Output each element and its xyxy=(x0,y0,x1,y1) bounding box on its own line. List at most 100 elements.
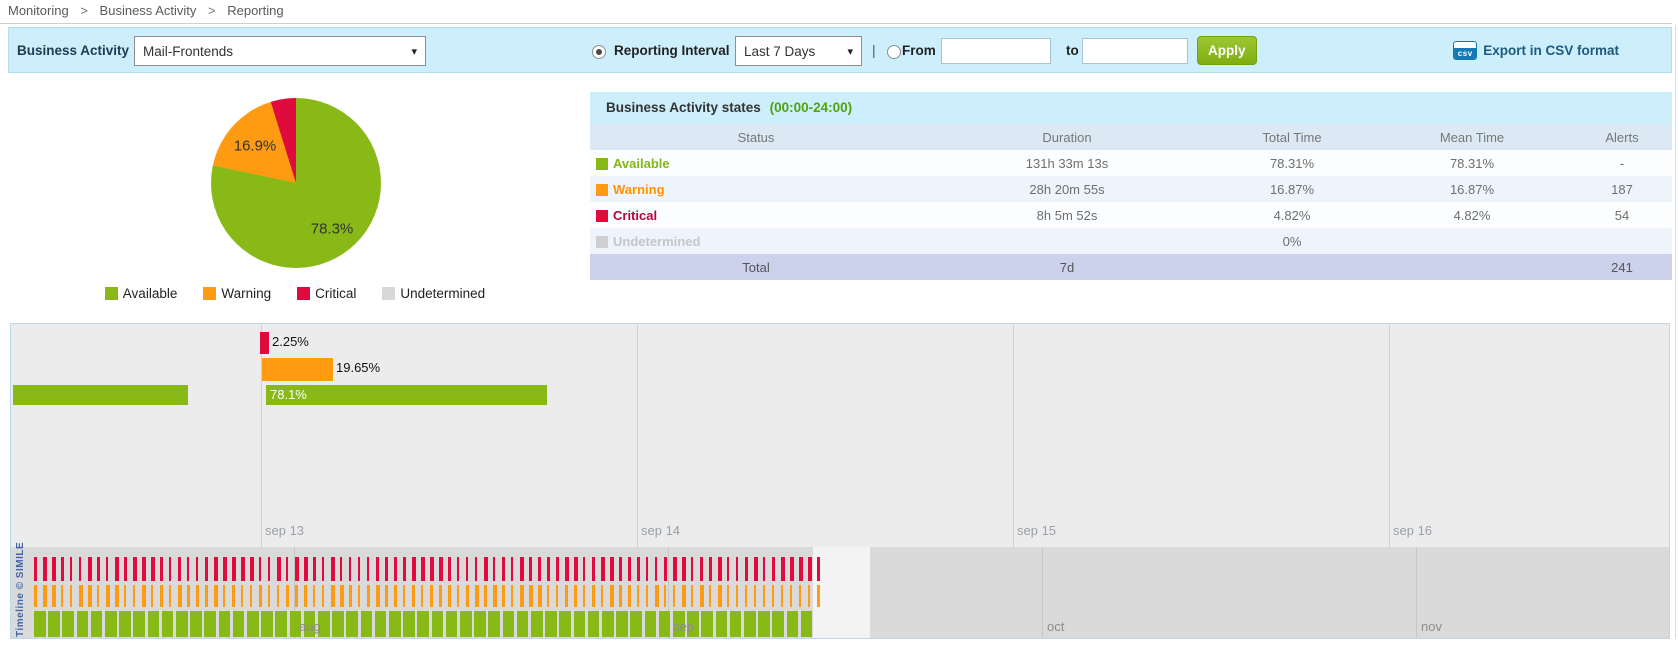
overview-warning-tick xyxy=(241,585,243,607)
overview-critical-tick xyxy=(403,557,406,581)
overview-critical-tick xyxy=(691,557,693,581)
reporting-interval-select[interactable]: Last 7 Days ▾ xyxy=(735,36,862,66)
export-csv-button[interactable]: csv Export in CSV format xyxy=(1453,41,1619,60)
simile-watermark: Timeline © SIMILE xyxy=(15,542,26,637)
overview-available-block xyxy=(630,611,642,637)
overview-warning-tick xyxy=(223,585,225,607)
timeline-bar-available xyxy=(13,385,188,405)
overview-warning-tick xyxy=(754,585,756,607)
overview-critical-tick xyxy=(682,557,686,581)
custom-range-radio[interactable] xyxy=(887,45,901,59)
overview-available-block xyxy=(744,611,756,637)
overview-warning-tick xyxy=(520,585,524,607)
overview-warning-tick xyxy=(385,585,388,607)
status-cell: Undetermined xyxy=(590,234,922,249)
duration-cell: 28h 20m 55s xyxy=(922,182,1212,197)
overview-critical-tick xyxy=(106,557,108,581)
overview-available-block xyxy=(91,611,103,637)
overview-warning-tick xyxy=(304,585,307,607)
overview-warning-tick xyxy=(277,585,279,607)
overview-available-block xyxy=(247,611,259,637)
overview-available-block xyxy=(701,611,713,637)
overview-warning-tick xyxy=(151,585,153,607)
overview-visible-range-highlight[interactable] xyxy=(813,547,870,639)
alerts-cell: - xyxy=(1572,156,1672,171)
timeline-main-band[interactable] xyxy=(11,324,1669,547)
overview-critical-tick xyxy=(61,557,64,581)
overview-warning-tick xyxy=(43,585,47,607)
overview-warning-tick xyxy=(763,585,765,607)
timeline-bar-critical xyxy=(260,332,269,354)
overview-critical-tick xyxy=(250,557,254,581)
overview-warning-tick xyxy=(709,585,711,607)
overview-critical-tick xyxy=(511,557,513,581)
overview-critical-tick xyxy=(502,557,505,581)
overview-critical-tick xyxy=(205,557,208,581)
legend-item: Warning xyxy=(203,286,271,301)
overview-warning-tick xyxy=(88,585,92,607)
overview-critical-tick xyxy=(331,557,335,581)
overview-warning-tick xyxy=(403,585,405,607)
total-alerts: 241 xyxy=(1572,260,1672,275)
business-activity-select[interactable]: Mail-Frontends ▾ xyxy=(134,36,426,66)
overview-warning-tick xyxy=(601,585,603,607)
status-label: Critical xyxy=(613,208,657,223)
timeline-bar-warning xyxy=(262,358,333,381)
from-date-input[interactable] xyxy=(941,38,1051,64)
mean-time-cell: 16.87% xyxy=(1372,182,1572,197)
overview-critical-tick xyxy=(295,557,299,581)
overview-critical-tick xyxy=(376,557,379,581)
overview-critical-tick xyxy=(619,557,622,581)
breadcrumb-separator: > xyxy=(80,3,88,18)
overview-warning-tick xyxy=(727,585,729,607)
to-date-input[interactable] xyxy=(1082,38,1188,64)
month-label: nov xyxy=(1421,619,1442,634)
status-label: Undetermined xyxy=(613,234,700,249)
overview-available-block xyxy=(417,611,429,637)
overview-available-block xyxy=(517,611,529,637)
timeline-widget: Timeline © SIMILE sep 13sep 14sep 15sep … xyxy=(10,323,1670,639)
overview-warning-tick xyxy=(511,585,513,607)
overview-critical-tick xyxy=(304,557,308,581)
business-activity-value: Mail-Frontends xyxy=(143,44,233,59)
overview-available-block xyxy=(403,611,415,637)
overview-warning-tick xyxy=(358,585,360,607)
overview-warning-tick xyxy=(178,585,182,607)
apply-button[interactable]: Apply xyxy=(1197,36,1257,65)
overview-available-block xyxy=(772,611,784,637)
overview-warning-tick xyxy=(52,585,56,607)
table-total-row: Total 7d 241 xyxy=(590,254,1672,280)
overview-warning-tick xyxy=(214,585,218,607)
reporting-interval-value: Last 7 Days xyxy=(744,44,815,59)
overview-available-block xyxy=(190,611,202,637)
states-table: Business Activity states (00:00-24:00) S… xyxy=(590,92,1672,280)
table-row: Warning28h 20m 55s16.87%16.87%187 xyxy=(590,176,1672,202)
overview-critical-tick xyxy=(601,557,605,581)
overview-critical-tick xyxy=(457,557,459,581)
breadcrumb: Monitoring > Business Activity > Reporti… xyxy=(0,0,1672,24)
breadcrumb-monitoring[interactable]: Monitoring xyxy=(8,3,69,18)
overview-available-block xyxy=(176,611,188,637)
overview-critical-tick xyxy=(664,557,667,581)
reporting-interval-radio[interactable] xyxy=(592,45,606,59)
overview-warning-tick xyxy=(655,585,659,607)
overview-critical-tick xyxy=(700,557,703,581)
overview-warning-tick xyxy=(349,585,352,607)
csv-icon: csv xyxy=(1453,41,1477,60)
overview-warning-tick xyxy=(133,585,135,607)
overview-available-block xyxy=(105,611,117,637)
overview-available-block xyxy=(474,611,486,637)
states-table-time-range: (00:00-24:00) xyxy=(770,100,853,115)
overview-critical-tick xyxy=(745,557,748,581)
overview-available-block xyxy=(389,611,401,637)
overview-critical-tick xyxy=(178,557,181,581)
overview-critical-tick xyxy=(385,557,388,581)
overview-warning-tick xyxy=(286,585,289,607)
overview-critical-tick xyxy=(673,557,677,581)
overview-critical-tick xyxy=(781,557,785,581)
overview-critical-tick xyxy=(448,557,451,581)
breadcrumb-reporting[interactable]: Reporting xyxy=(227,3,283,18)
mean-time-cell: 4.82% xyxy=(1372,208,1572,223)
breadcrumb-business-activity[interactable]: Business Activity xyxy=(100,3,197,18)
overview-critical-tick xyxy=(88,557,92,581)
